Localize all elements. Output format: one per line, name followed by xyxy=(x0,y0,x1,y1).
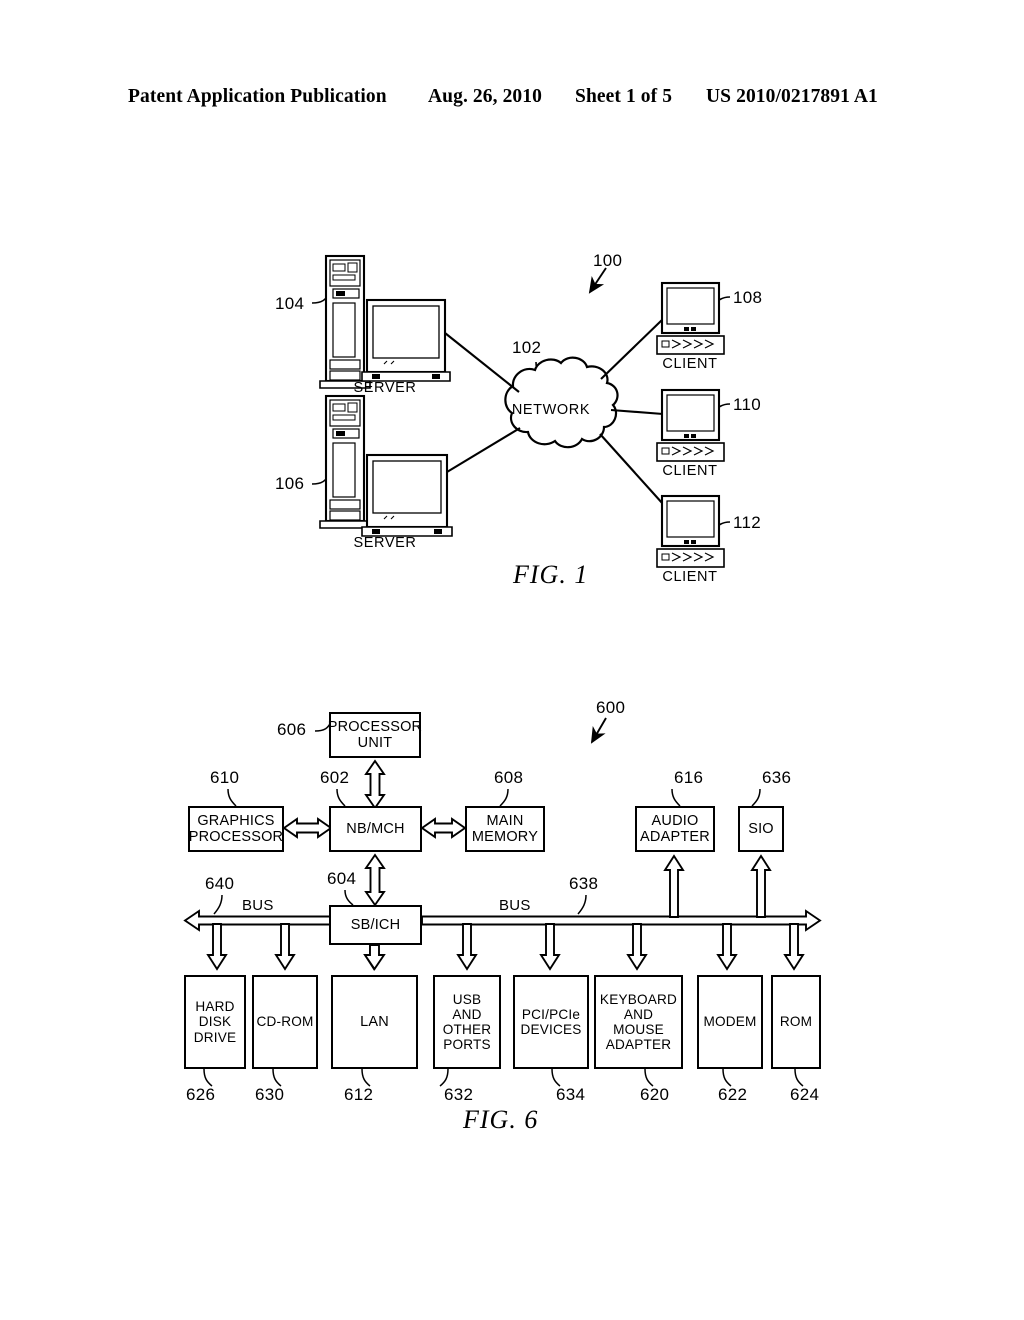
block-rom[interactable]: ROM xyxy=(771,975,821,1069)
ref-604: 604 xyxy=(327,869,357,888)
ref-622: 622 xyxy=(718,1085,748,1104)
block-modem[interactable]: MODEM xyxy=(697,975,763,1069)
ref-620: 620 xyxy=(640,1085,670,1104)
block-graphics-processor[interactable]: GRAPHICS PROCESSOR xyxy=(188,806,284,852)
ref-636: 636 xyxy=(762,768,792,787)
block-graphics-processor-label: GRAPHICS PROCESSOR xyxy=(188,812,284,845)
block-pci-pcie-devices-label: PCI/PCIe DEVICES xyxy=(520,1006,582,1037)
ref-602: 602 xyxy=(320,768,350,787)
block-nb-mch-label: NB/MCH xyxy=(346,820,405,837)
header-date: Aug. 26, 2010 xyxy=(428,86,542,107)
client-108-label: CLIENT xyxy=(662,356,718,372)
block-keyboard-mouse-adapter[interactable]: KEYBOARD AND MOUSE ADAPTER xyxy=(594,975,683,1069)
ref-630: 630 xyxy=(255,1085,285,1104)
ref-634: 634 xyxy=(556,1085,586,1104)
ref-110: 110 xyxy=(733,395,762,414)
figure-6-caption: FIG. 6 xyxy=(463,1105,539,1134)
block-cd-rom-label: CD-ROM xyxy=(256,1014,314,1030)
header-patent-number: US 2010/0217891 A1 xyxy=(706,86,878,107)
ref-100: 100 xyxy=(593,251,623,270)
block-audio-adapter[interactable]: AUDIO ADAPTER xyxy=(635,806,715,852)
bus-label-left: BUS xyxy=(242,897,274,914)
figure-1-caption: FIG. 1 xyxy=(513,560,589,589)
network-cloud-label: NETWORK xyxy=(511,402,591,418)
ref-608: 608 xyxy=(494,768,524,787)
header-sheet-number: Sheet 1 of 5 xyxy=(575,86,673,107)
ref-108: 108 xyxy=(733,288,763,307)
block-rom-label: ROM xyxy=(779,1014,813,1030)
ref-640: 640 xyxy=(205,874,235,893)
block-sio-label: SIO xyxy=(748,820,774,837)
block-sb-ich-label: SB/ICH xyxy=(350,916,401,933)
block-audio-adapter-label: AUDIO ADAPTER xyxy=(640,812,710,845)
block-sio[interactable]: SIO xyxy=(738,806,784,852)
block-cd-rom[interactable]: CD-ROM xyxy=(252,975,318,1069)
block-processor-unit-label: PROCESSOR UNIT xyxy=(327,718,423,751)
block-hard-disk-drive[interactable]: HARD DISK DRIVE xyxy=(184,975,246,1069)
server-106-label: SERVER xyxy=(353,535,417,551)
ref-638: 638 xyxy=(569,874,599,893)
block-modem-label: MODEM xyxy=(703,1014,757,1030)
server-104-label: SERVER xyxy=(353,380,417,396)
block-hard-disk-drive-label: HARD DISK DRIVE xyxy=(193,999,237,1045)
block-lan-label: LAN xyxy=(360,1013,389,1030)
ref-610: 610 xyxy=(210,768,240,787)
ref-616: 616 xyxy=(674,768,704,787)
ref-612: 612 xyxy=(344,1085,374,1104)
client-110-label: CLIENT xyxy=(662,463,718,479)
block-main-memory[interactable]: MAIN MEMORY xyxy=(465,806,545,852)
block-lan[interactable]: LAN xyxy=(331,975,418,1069)
ref-606: 606 xyxy=(277,720,307,739)
block-sb-ich[interactable]: SB/ICH xyxy=(329,905,422,945)
block-processor-unit[interactable]: PROCESSOR UNIT xyxy=(327,712,423,758)
ref-600: 600 xyxy=(596,698,626,717)
header-publication-title: Patent Application Publication xyxy=(128,86,387,107)
bus-label-right: BUS xyxy=(499,897,531,914)
ref-106: 106 xyxy=(275,474,305,493)
ref-112: 112 xyxy=(733,513,762,532)
client-112-label: CLIENT xyxy=(662,569,718,585)
block-usb-other-ports-label: USB AND OTHER PORTS xyxy=(442,991,492,1053)
ref-102: 102 xyxy=(512,338,542,357)
ref-632: 632 xyxy=(444,1085,474,1104)
block-pci-pcie-devices[interactable]: PCI/PCIe DEVICES xyxy=(513,975,589,1069)
ref-626: 626 xyxy=(186,1085,216,1104)
block-usb-other-ports[interactable]: USB AND OTHER PORTS xyxy=(433,975,501,1069)
ref-104: 104 xyxy=(275,294,305,313)
page-header: Patent Application Publication Aug. 26, … xyxy=(128,86,898,112)
block-main-memory-label: MAIN MEMORY xyxy=(471,812,539,845)
block-nb-mch[interactable]: NB/MCH xyxy=(329,806,422,852)
patent-drawing-page: Patent Application Publication Aug. 26, … xyxy=(0,0,1024,1320)
ref-624: 624 xyxy=(790,1085,820,1104)
block-keyboard-mouse-adapter-label: KEYBOARD AND MOUSE ADAPTER xyxy=(599,991,678,1053)
